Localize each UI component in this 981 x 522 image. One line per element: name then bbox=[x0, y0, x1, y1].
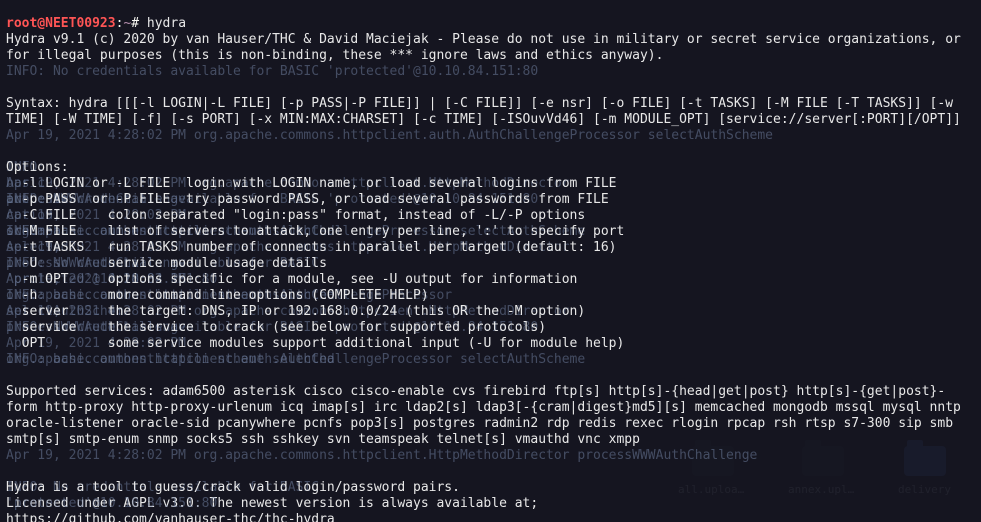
option-line: -C FILE colon separated "login:pass" for… bbox=[6, 208, 585, 223]
hydra-description: https://github.com/vanhauser-thc/thc-hyd… bbox=[6, 512, 335, 522]
option-line: -h more command line options (COMPLETE H… bbox=[6, 288, 429, 303]
background-log: INFO: basic authentication scheme select… bbox=[6, 352, 975, 368]
terminal-window[interactable]: root@NEET00923:~# hydra Hydra v9.1 (c) 2… bbox=[0, 0, 981, 522]
prompt-command: hydra bbox=[147, 16, 186, 31]
option-line: -t TASKS run TASKS number of connects in… bbox=[6, 240, 617, 255]
option-line: service the service to crack (see below … bbox=[6, 320, 546, 335]
supported-services: Supported services: adam6500 asterisk ci… bbox=[6, 384, 969, 447]
background-log: Apr 19, 2021 4:28:02 PM org.apache.commo… bbox=[6, 128, 975, 144]
option-line: -U service module usage details bbox=[6, 256, 327, 271]
option-line: -m OPT options specific for a module, se… bbox=[6, 272, 577, 287]
prompt-hash: # bbox=[131, 16, 147, 31]
hydra-banner: Hydra v9.1 (c) 2020 by van Hauser/THC & … bbox=[6, 32, 969, 63]
hydra-syntax: Syntax: hydra [[[-l LOGIN|-L FILE] [-p P… bbox=[6, 96, 961, 127]
option-line: server the target: DNS, IP or 192.168.0.… bbox=[6, 304, 585, 319]
option-line: -l LOGIN or -L FILE login with LOGIN nam… bbox=[6, 176, 617, 191]
prompt-user-host: root@NEET00923 bbox=[6, 16, 116, 31]
hydra-description: Hydra is a tool to guess/crack valid log… bbox=[6, 480, 460, 495]
background-log: INFO: No credentials available for BASIC… bbox=[6, 64, 975, 80]
option-line: OPT some service modules support additio… bbox=[6, 336, 624, 351]
hydra-description: Licensed under AGPL v3.0. The newest ver… bbox=[6, 496, 538, 511]
option-line: -p PASS or -P FILE try password PASS, or… bbox=[6, 192, 609, 207]
option-line: -M FILE list of servers to attack, one e… bbox=[6, 224, 624, 239]
background-log: Apr 19, 2021 4:28:02 PM org.apache.commo… bbox=[6, 448, 975, 464]
options-header: Options: bbox=[6, 160, 69, 175]
